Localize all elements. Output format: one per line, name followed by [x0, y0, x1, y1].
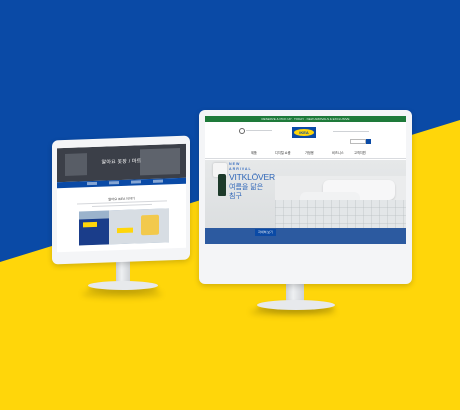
- sm-text-line: [92, 203, 152, 208]
- ikea-logo[interactable]: IKEA: [292, 127, 316, 138]
- small-monitor-shadow: [82, 290, 162, 298]
- sm-nav-item[interactable]: [109, 181, 119, 185]
- nav-item-home[interactable]: 가정용: [305, 150, 314, 155]
- sm-store-interior: [109, 208, 169, 245]
- nav-divider: [205, 158, 406, 159]
- search-input[interactable]: [350, 139, 366, 144]
- small-monitor-foot: [88, 281, 158, 290]
- hero-bottle: [218, 174, 226, 196]
- hero-bed-frame: [205, 228, 406, 244]
- nav-item-products[interactable]: 제품: [251, 150, 257, 155]
- sm-store-photo: [79, 208, 169, 246]
- search-icon[interactable]: [366, 139, 371, 144]
- sm-shopping-bag: [141, 214, 159, 236]
- hero-product-name: VITKLÖVER: [229, 172, 275, 182]
- sm-store-sign: [117, 227, 133, 234]
- nav-item-support[interactable]: 고객지원: [354, 150, 366, 155]
- header-text-line: [246, 130, 272, 131]
- nav-item-business[interactable]: 비즈니스: [332, 150, 344, 155]
- large-monitor-foot: [257, 300, 335, 310]
- large-monitor-bezel: RESERVE & PICK UP · TODAY · NEW ARRIVALS…: [199, 110, 412, 284]
- nav-item-digital-showroom[interactable]: 디지털 쇼룸: [275, 150, 291, 155]
- hero-kicker: NEW ARRIVAL: [229, 162, 252, 171]
- hero-kicker-line2: ARRIVAL: [229, 166, 252, 171]
- promo-bar: RESERVE & PICK UP · TODAY · NEW ARRIVALS…: [205, 116, 406, 122]
- sm-nav-item[interactable]: [87, 181, 97, 186]
- sm-hero-banner: 알아요 옷장 / 마트: [57, 143, 186, 183]
- large-monitor-screen: RESERVE & PICK UP · TODAY · NEW ARRIVALS…: [205, 116, 406, 244]
- small-monitor-screen: 알아요 옷장 / 마트 알아요 IKEA 이야기: [57, 143, 186, 253]
- sm-building-sign: [83, 221, 97, 228]
- sm-nav-item[interactable]: [131, 180, 141, 184]
- header-util-links[interactable]: [333, 131, 369, 132]
- menu-icon[interactable]: [239, 128, 245, 134]
- hero-cta-button[interactable]: 자세히 보기: [255, 229, 276, 236]
- ikea-logo-text: IKEA: [299, 130, 309, 135]
- promo-bar-text: RESERVE & PICK UP · TODAY · NEW ARRIVALS…: [261, 117, 350, 121]
- small-monitor-bezel: 알아요 옷장 / 마트 알아요 IKEA 이야기: [52, 135, 190, 265]
- sm-nav-item[interactable]: [153, 179, 163, 183]
- hero-tagline: 여름을 닮은 침구: [229, 184, 264, 200]
